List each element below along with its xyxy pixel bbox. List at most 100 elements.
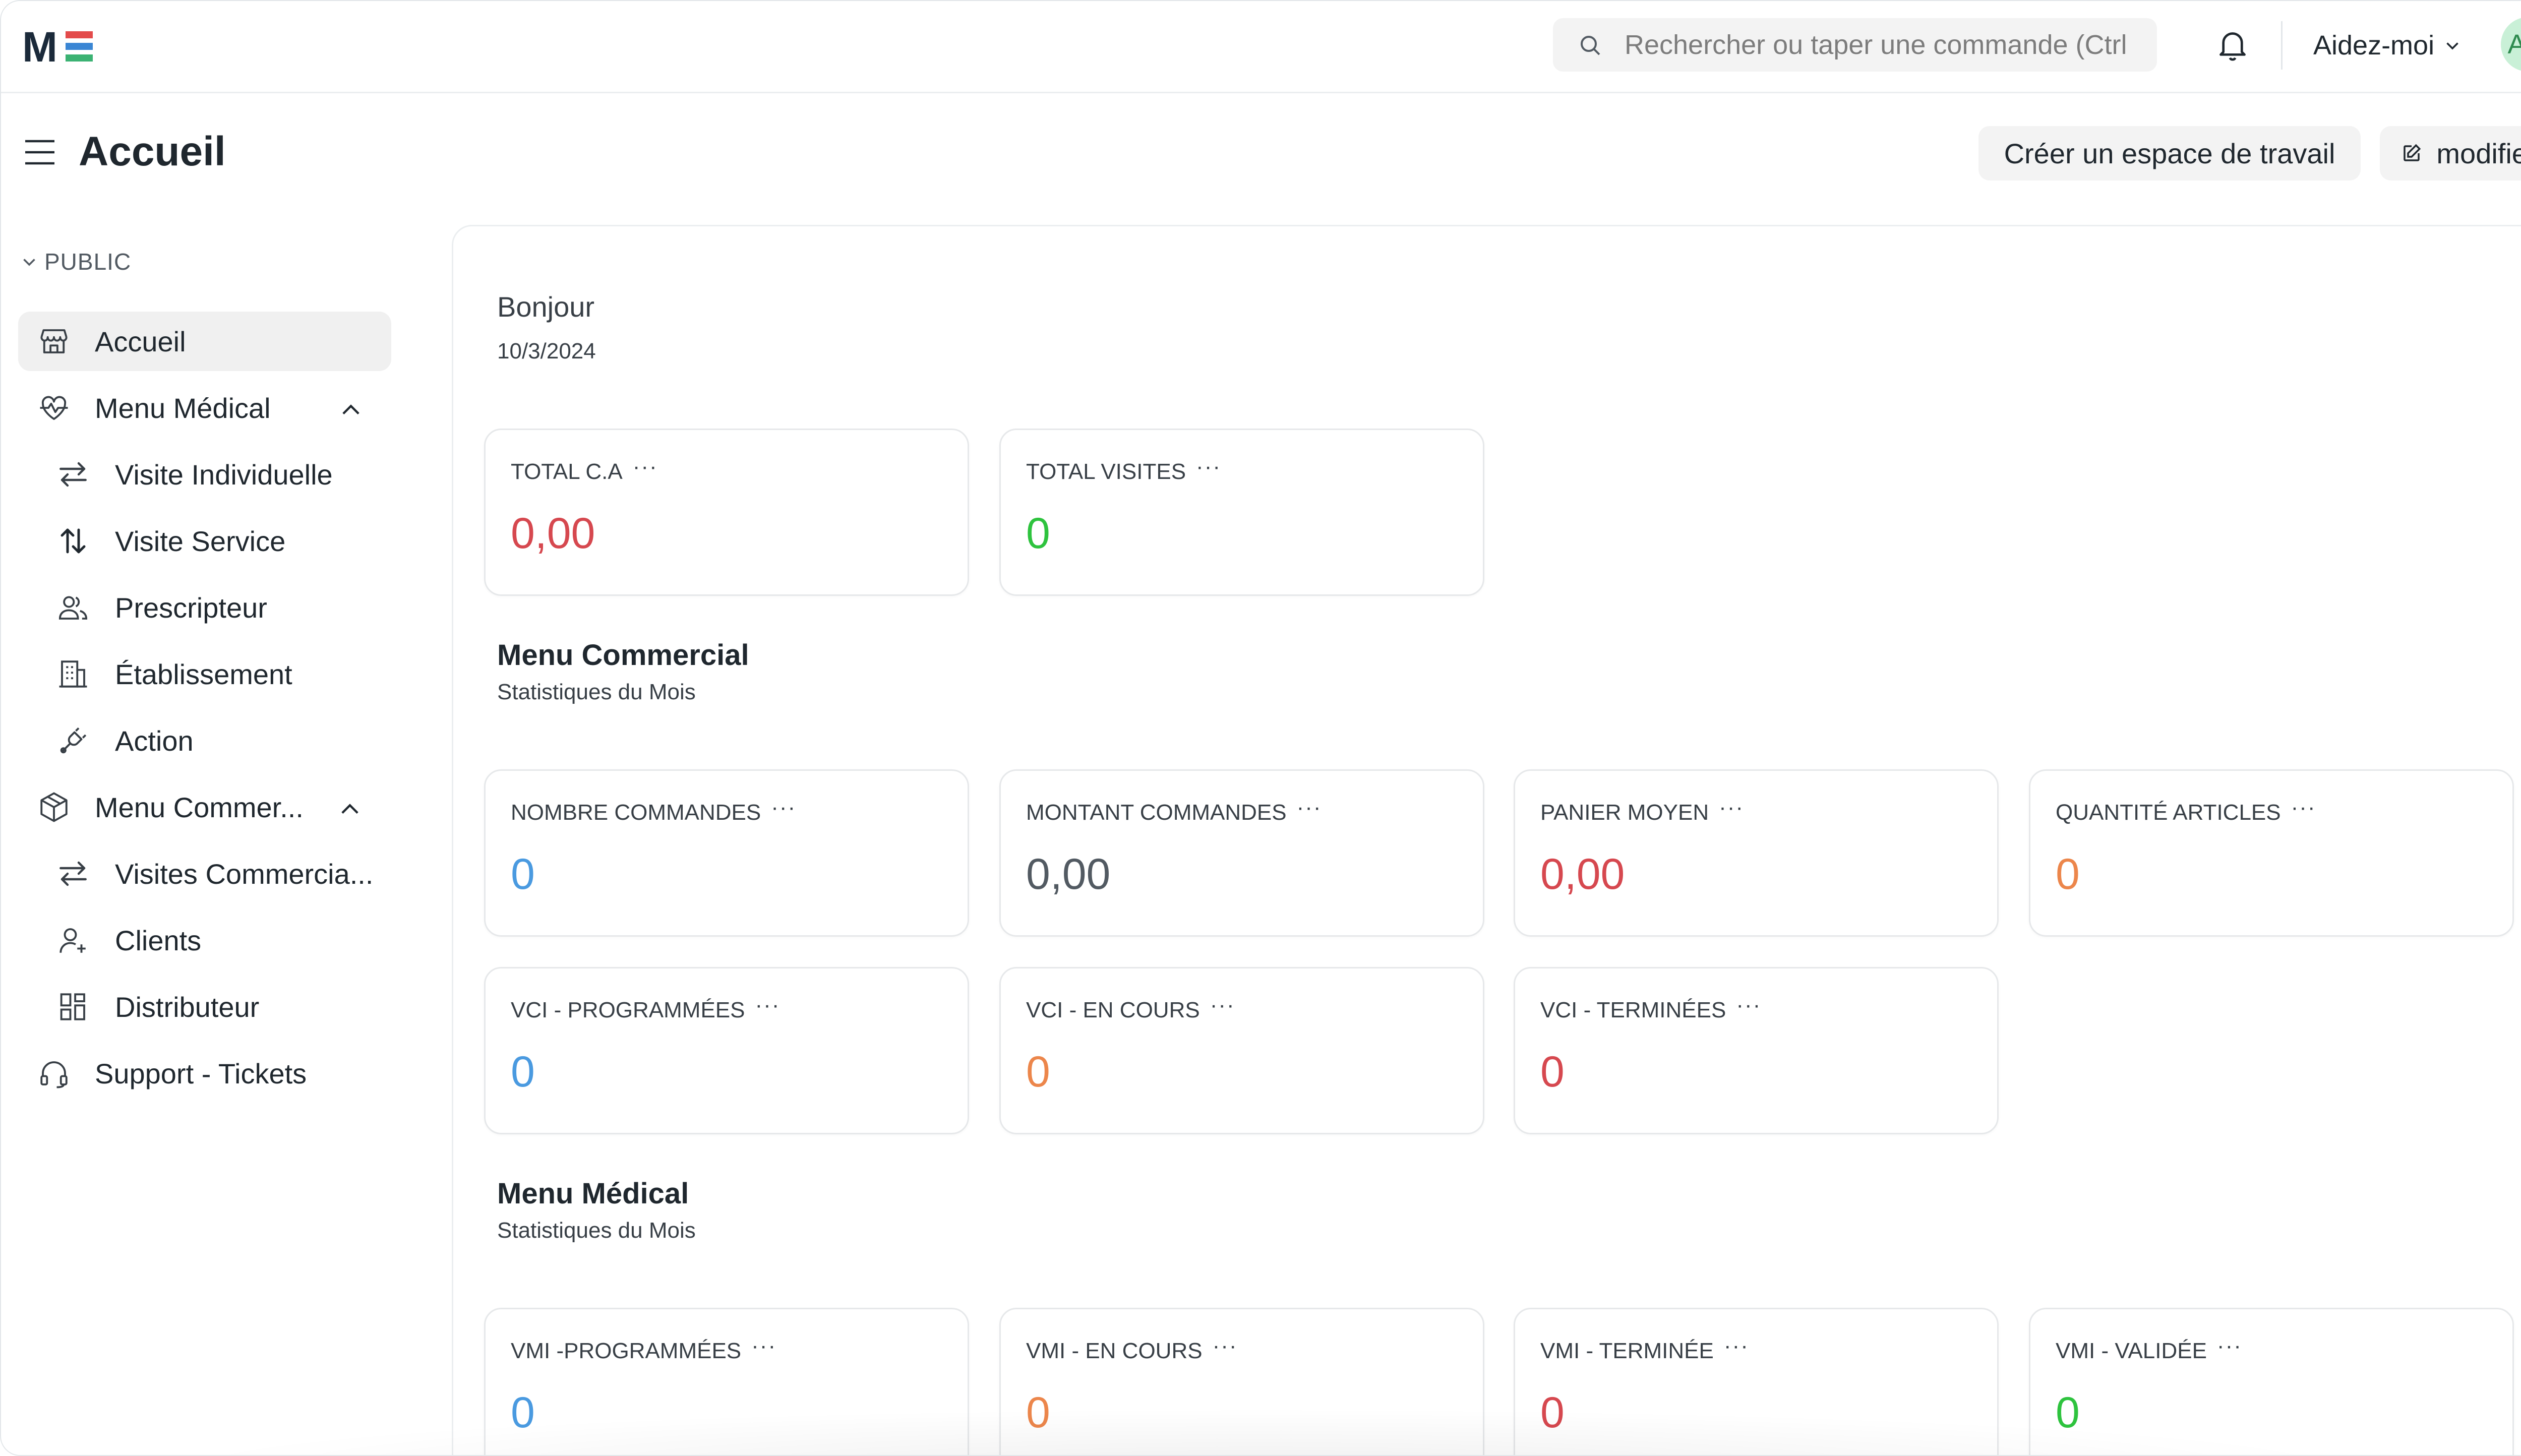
sidebar-item-etablissement[interactable]: Établissement — [56, 644, 391, 704]
card-title: VMI - VALIDÉE — [2056, 1339, 2207, 1363]
sidebar-item-clients[interactable]: Clients — [56, 911, 391, 970]
search-input[interactable] — [1625, 18, 2144, 72]
card-title: VMI -PROGRAMMÉES — [511, 1339, 742, 1363]
sidebar-item-label: Accueil — [95, 325, 186, 357]
number-card-vmi-validee[interactable]: VMI - VALIDÉE ··· 0 — [2029, 1308, 2514, 1455]
card-title: QUANTITÉ ARTICLES — [2056, 800, 2281, 825]
search-bar[interactable] — [1553, 18, 2157, 72]
edit-icon — [2404, 144, 2421, 161]
chevron-up-icon[interactable] — [338, 397, 364, 423]
card-menu-icon[interactable]: ··· — [751, 1333, 776, 1359]
card-value: 0 — [2056, 850, 2080, 898]
help-dropdown[interactable]: Aidez-moi — [2313, 26, 2462, 65]
number-card-quantite-articles[interactable]: QUANTITÉ ARTICLES ··· 0 — [2029, 769, 2514, 937]
edit-button[interactable]: modifier — [2380, 126, 2521, 180]
svg-text:M: M — [22, 27, 57, 66]
card-title: VMI - EN COURS — [1026, 1339, 1203, 1363]
card-menu-icon[interactable]: ··· — [1196, 454, 1221, 479]
sidebar-section-public[interactable]: PUBLIC — [20, 248, 131, 275]
sidebar-item-action[interactable]: Action — [56, 711, 391, 770]
number-card-panier-moyen[interactable]: PANIER MOYEN ··· 0,00 — [1514, 769, 1999, 937]
sidebar-item-label: Visite Individuelle — [115, 458, 333, 491]
arrows-up-down-icon — [61, 528, 86, 554]
number-card-vci-programmees[interactable]: VCI - PROGRAMMÉES ··· 0 — [484, 967, 969, 1134]
navbar-divider — [2281, 21, 2283, 70]
card-menu-icon[interactable]: ··· — [1213, 1333, 1238, 1359]
sidebar-item-menu-medical[interactable]: Menu Médical — [18, 378, 391, 438]
navbar: M ME Aidez-moi AM — [1, 1, 2521, 93]
sidebar-item-label: Action — [115, 724, 194, 757]
sidebar-item-distributeur[interactable]: Distributeur — [56, 977, 391, 1037]
card-value: 0,00 — [511, 509, 595, 558]
section-title-medical: Menu Médical — [497, 1177, 689, 1210]
notification-bell-icon[interactable] — [2216, 28, 2249, 63]
card-value: 0 — [1026, 509, 1050, 558]
card-title: TOTAL C.A — [511, 459, 623, 484]
help-label: Aidez-moi — [2313, 30, 2435, 60]
card-menu-icon[interactable]: ··· — [2217, 1333, 2242, 1359]
user-plus-icon — [59, 928, 86, 953]
sidebar-item-label: Visite Service — [115, 525, 286, 557]
sidebar-item-visite-service[interactable]: Visite Service — [56, 511, 391, 571]
card-title: TOTAL VISITES — [1026, 459, 1186, 484]
number-card-nombre-commandes[interactable]: NOMBRE COMMANDES ··· 0 — [484, 769, 969, 937]
building-icon — [59, 660, 87, 688]
number-card-vci-terminees[interactable]: VCI - TERMINÉES ··· 0 — [1514, 967, 1999, 1134]
sidebar-item-label: Prescripteur — [115, 591, 267, 624]
sidebar-item-visites-commerciales[interactable]: Visites Commercia... — [56, 844, 391, 903]
number-card-vmi-en-cours[interactable]: VMI - EN COURS ··· 0 — [999, 1308, 1484, 1455]
plug-icon — [60, 727, 87, 754]
sidebar-item-label: Support - Tickets — [95, 1057, 307, 1089]
user-avatar[interactable]: AM — [2501, 17, 2521, 72]
card-menu-icon[interactable]: ··· — [1210, 993, 1235, 1018]
card-title: PANIER MOYEN — [1540, 800, 1709, 825]
number-card-total-ca[interactable]: TOTAL C.A ··· 0,00 — [484, 429, 969, 596]
sidebar-item-label: Visites Commercia... — [115, 858, 374, 890]
current-date: 10/3/2024 — [497, 339, 596, 363]
card-value: 0 — [2056, 1388, 2080, 1437]
greeting: Bonjour — [497, 291, 595, 323]
section-label: PUBLIC — [44, 249, 132, 275]
card-menu-icon[interactable]: ··· — [771, 795, 796, 820]
card-title: VCI - TERMINÉES — [1540, 998, 1726, 1022]
sidebar-item-label: Établissement — [115, 658, 292, 690]
card-value: 0 — [511, 1388, 535, 1437]
section-subtitle-medical: Statistiques du Mois — [497, 1218, 696, 1243]
app-logo[interactable]: M — [22, 27, 98, 66]
chevron-up-icon[interactable] — [337, 797, 363, 823]
card-menu-icon[interactable]: ··· — [1297, 795, 1322, 820]
card-title: VMI - TERMINÉE — [1540, 1339, 1714, 1363]
sidebar-item-support-tickets[interactable]: Support - Tickets — [18, 1044, 391, 1103]
create-workspace-button[interactable]: Créer un espace de travail — [1978, 126, 2361, 180]
number-card-vmi-programmees[interactable]: VMI -PROGRAMMÉES ··· 0 — [484, 1308, 969, 1455]
section-title-commercial: Menu Commercial — [497, 639, 749, 672]
create-workspace-label: Créer un espace de travail — [2004, 137, 2335, 169]
card-title: VCI - EN COURS — [1026, 998, 1200, 1022]
card-value: 0 — [1026, 1388, 1050, 1437]
sidebar-item-accueil[interactable]: Accueil — [18, 312, 391, 371]
chevron-down-icon — [23, 259, 35, 266]
page-title: Accueil — [79, 129, 226, 174]
number-card-vci-en-cours[interactable]: VCI - EN COURS ··· 0 — [999, 967, 1484, 1134]
card-value: 0 — [511, 850, 535, 898]
number-card-montant-commandes[interactable]: MONTANT COMMANDES ··· 0,00 — [999, 769, 1484, 937]
sidebar-toggle-icon[interactable] — [24, 138, 55, 166]
number-card-total-visites[interactable]: TOTAL VISITES ··· 0 — [999, 429, 1484, 596]
chevron-down-icon — [2446, 42, 2458, 50]
sidebar-item-prescripteur[interactable]: Prescripteur — [56, 578, 391, 637]
card-menu-icon[interactable]: ··· — [633, 454, 658, 479]
edit-label: modifier — [2436, 137, 2521, 169]
box-icon — [40, 792, 68, 822]
sidebar-item-menu-commercial[interactable]: Menu Commer... — [18, 777, 391, 837]
card-menu-icon[interactable]: ··· — [1719, 795, 1744, 820]
card-value: 0,00 — [1026, 850, 1111, 898]
sidebar-item-visite-individuelle[interactable]: Visite Individuelle — [56, 445, 391, 504]
card-menu-icon[interactable]: ··· — [1724, 1333, 1749, 1359]
card-menu-icon[interactable]: ··· — [1736, 993, 1761, 1018]
card-menu-icon[interactable]: ··· — [755, 993, 781, 1018]
card-value: 0 — [1026, 1048, 1050, 1096]
sidebar-item-label: Clients — [115, 924, 202, 956]
sidebar-item-label: Menu Commer... — [95, 791, 304, 823]
number-card-vmi-terminee[interactable]: VMI - TERMINÉE ··· 0 — [1514, 1308, 1999, 1455]
card-menu-icon[interactable]: ··· — [2291, 795, 2316, 820]
